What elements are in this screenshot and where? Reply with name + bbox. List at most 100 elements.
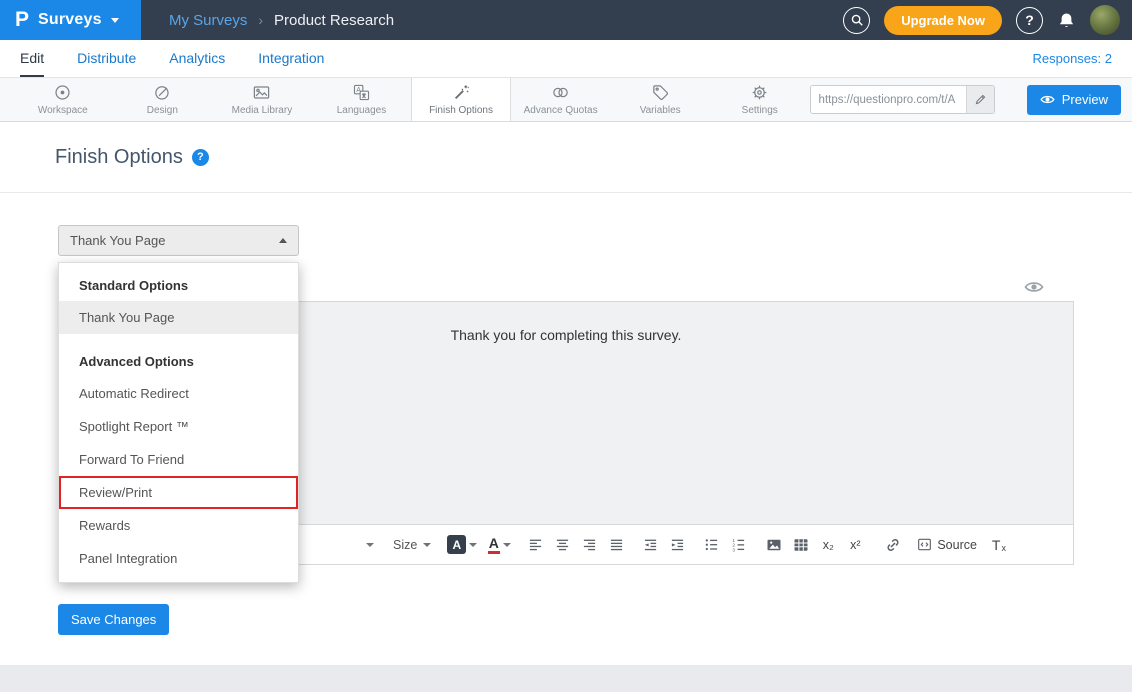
breadcrumb-my-surveys[interactable]: My Surveys bbox=[169, 12, 247, 29]
topbar-actions: Upgrade Now ? bbox=[843, 5, 1132, 35]
eye-icon bbox=[1040, 92, 1055, 107]
finish-option-select-value: Thank You Page bbox=[70, 233, 165, 248]
table-icon bbox=[793, 537, 809, 553]
format-dropdown[interactable] bbox=[301, 532, 379, 558]
breadcrumb-current: Product Research bbox=[274, 12, 394, 29]
toolbar-item-variables[interactable]: Variables bbox=[610, 78, 710, 121]
size-dropdown[interactable]: Size bbox=[393, 532, 431, 558]
magic-wand-icon bbox=[452, 83, 471, 102]
toolbar-item-workspace[interactable]: Workspace bbox=[13, 78, 113, 121]
align-left-icon bbox=[528, 537, 543, 552]
text-color-button[interactable]: A bbox=[487, 532, 511, 558]
menu-item-rewards[interactable]: Rewards bbox=[59, 509, 298, 542]
menu-item-automatic-redirect[interactable]: Automatic Redirect bbox=[59, 377, 298, 410]
upgrade-now-button[interactable]: Upgrade Now bbox=[884, 6, 1002, 35]
menu-item-forward-to-friend[interactable]: Forward To Friend bbox=[59, 443, 298, 476]
edit-url-button[interactable] bbox=[966, 86, 994, 113]
tab-distribute[interactable]: Distribute bbox=[77, 40, 136, 77]
align-center-icon bbox=[555, 537, 570, 552]
align-center-button[interactable] bbox=[550, 532, 574, 558]
list-group: 123 bbox=[699, 532, 750, 558]
numbered-list-button[interactable]: 123 bbox=[726, 532, 750, 558]
avatar[interactable] bbox=[1090, 5, 1120, 35]
tab-integration[interactable]: Integration bbox=[258, 40, 324, 77]
pencil-icon bbox=[974, 93, 987, 106]
link-icon bbox=[885, 537, 901, 553]
menu-item-panel-integration[interactable]: Panel Integration bbox=[59, 542, 298, 575]
chevron-down-icon bbox=[423, 543, 431, 547]
responses-count[interactable]: Responses: 2 bbox=[1033, 51, 1113, 66]
increase-indent-button[interactable] bbox=[665, 532, 689, 558]
page-title: Finish Options bbox=[55, 146, 183, 169]
top-bar: P Surveys My Surveys › Product Research … bbox=[0, 0, 1132, 40]
subscript-button[interactable]: x₂ bbox=[816, 532, 840, 558]
search-icon bbox=[850, 13, 864, 27]
menu-item-spotlight-report[interactable]: Spotlight Report ™ bbox=[59, 410, 298, 443]
toolbar-item-settings[interactable]: Settings bbox=[710, 78, 810, 121]
source-icon bbox=[917, 537, 932, 552]
toolbar-item-design[interactable]: Design bbox=[113, 78, 213, 121]
finish-option-menu: Standard Options Thank You Page Advanced… bbox=[58, 262, 299, 583]
alignment-group bbox=[523, 532, 628, 558]
background-color-button[interactable]: A bbox=[447, 532, 477, 558]
insert-table-button[interactable] bbox=[789, 532, 813, 558]
chevron-down-icon bbox=[366, 543, 374, 547]
bulleted-list-button[interactable] bbox=[699, 532, 723, 558]
toggle-visibility-eye-icon[interactable] bbox=[1024, 277, 1044, 297]
preview-button[interactable]: Preview bbox=[1027, 85, 1121, 115]
tab-analytics[interactable]: Analytics bbox=[169, 40, 225, 77]
toolbar-item-advance-quotas[interactable]: Advance Quotas bbox=[511, 78, 611, 121]
design-icon bbox=[153, 83, 172, 102]
survey-nav-tabs: Edit Distribute Analytics Integration Re… bbox=[0, 40, 1132, 78]
chevron-down-icon bbox=[503, 543, 511, 547]
help-button[interactable]: ? bbox=[1016, 7, 1043, 34]
align-right-button[interactable] bbox=[577, 532, 601, 558]
finish-option-select[interactable]: Thank You Page bbox=[58, 225, 299, 256]
menu-item-review-print[interactable]: Review/Print bbox=[59, 476, 298, 509]
app-logo-surveys-menu[interactable]: P Surveys bbox=[0, 0, 141, 40]
page-help-button[interactable]: ? bbox=[192, 149, 209, 166]
media-library-icon bbox=[252, 83, 271, 102]
source-button[interactable]: Source bbox=[917, 532, 977, 558]
bell-icon bbox=[1057, 11, 1076, 30]
insert-link-button[interactable] bbox=[881, 532, 905, 558]
finish-options-page: Finish Options ? Thank You Page Standard… bbox=[0, 122, 1132, 665]
tab-edit[interactable]: Edit bbox=[20, 40, 44, 77]
outdent-icon bbox=[643, 537, 658, 552]
numbered-list-icon: 123 bbox=[731, 537, 746, 552]
tag-icon bbox=[651, 83, 670, 102]
breadcrumb-separator-icon: › bbox=[258, 12, 263, 28]
indent-group bbox=[638, 532, 689, 558]
background-color-icon: A bbox=[447, 535, 466, 554]
align-left-button[interactable] bbox=[523, 532, 547, 558]
insert-group: x₂ x² bbox=[762, 532, 867, 558]
notifications-button[interactable] bbox=[1057, 11, 1076, 30]
align-justify-button[interactable] bbox=[604, 532, 628, 558]
chevron-up-icon bbox=[279, 238, 287, 243]
product-label: Surveys bbox=[38, 11, 102, 29]
quotas-icon bbox=[551, 83, 570, 102]
chevron-down-icon bbox=[469, 543, 477, 547]
page-header: Finish Options ? bbox=[0, 122, 1132, 193]
toolbar-item-finish-options[interactable]: Finish Options bbox=[411, 78, 511, 121]
save-changes-button[interactable]: Save Changes bbox=[58, 604, 169, 635]
search-button[interactable] bbox=[843, 7, 870, 34]
menu-group-standard-options: Standard Options bbox=[59, 268, 298, 301]
indent-icon bbox=[670, 537, 685, 552]
questionpro-logo-icon: P bbox=[15, 8, 29, 32]
insert-image-button[interactable] bbox=[762, 532, 786, 558]
question-mark-icon: ? bbox=[1025, 12, 1034, 28]
gear-icon bbox=[750, 83, 769, 102]
workspace-icon bbox=[53, 83, 72, 102]
survey-url-input[interactable] bbox=[811, 86, 966, 113]
decrease-indent-button[interactable] bbox=[638, 532, 662, 558]
toolbar-item-languages[interactable]: A Languages bbox=[312, 78, 412, 121]
survey-url-group bbox=[810, 85, 995, 114]
svg-text:3: 3 bbox=[732, 547, 735, 552]
languages-icon: A bbox=[352, 83, 371, 102]
menu-item-thank-you-page[interactable]: Thank You Page bbox=[59, 301, 298, 334]
toolbar-item-media-library[interactable]: Media Library bbox=[212, 78, 312, 121]
remove-format-button[interactable]: Tx bbox=[987, 532, 1011, 558]
superscript-button[interactable]: x² bbox=[843, 532, 867, 558]
page-content: Thank You Page Standard Options Thank Yo… bbox=[0, 193, 1132, 664]
